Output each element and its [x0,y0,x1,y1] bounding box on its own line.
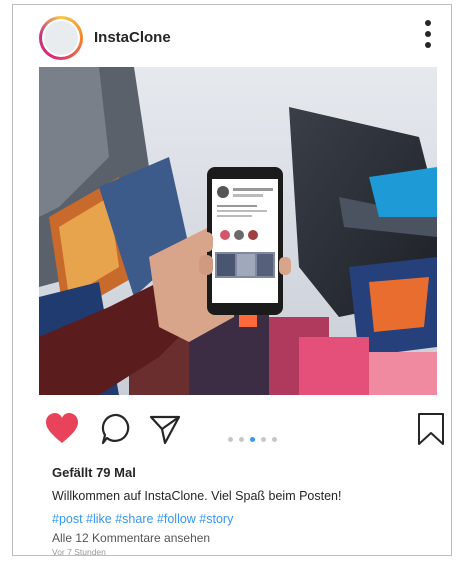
action-bar [13,411,451,451]
post-card: InstaClone Gefällt 79 Mal Willkommen auf… [12,4,452,557]
username[interactable]: InstaClone [94,29,171,46]
hashtags[interactable]: #post #like #share #follow #story [52,512,233,526]
carousel-dot [272,437,277,442]
more-options-icon[interactable] [422,20,434,52]
view-comments-link[interactable]: Alle 12 Kommentare ansehen [52,531,210,545]
post-image[interactable] [39,67,437,395]
comment-icon[interactable] [99,411,135,447]
carousel-dot [239,437,244,442]
heart-icon[interactable] [44,411,80,447]
carousel-dot [261,437,266,442]
post-timestamp: Vor 7 Stunden [52,547,106,557]
paper-plane-icon[interactable] [147,411,183,447]
avatar[interactable] [39,16,83,60]
carousel-indicator [228,429,283,442]
carousel-dot [228,437,233,442]
likes-count[interactable]: Gefällt 79 Mal [52,465,136,480]
post-caption: Willkommen auf InstaClone. Viel Spaß bei… [52,489,342,503]
bookmark-icon[interactable] [413,411,449,447]
carousel-dot-active [250,437,255,442]
post-header: InstaClone [13,5,451,67]
